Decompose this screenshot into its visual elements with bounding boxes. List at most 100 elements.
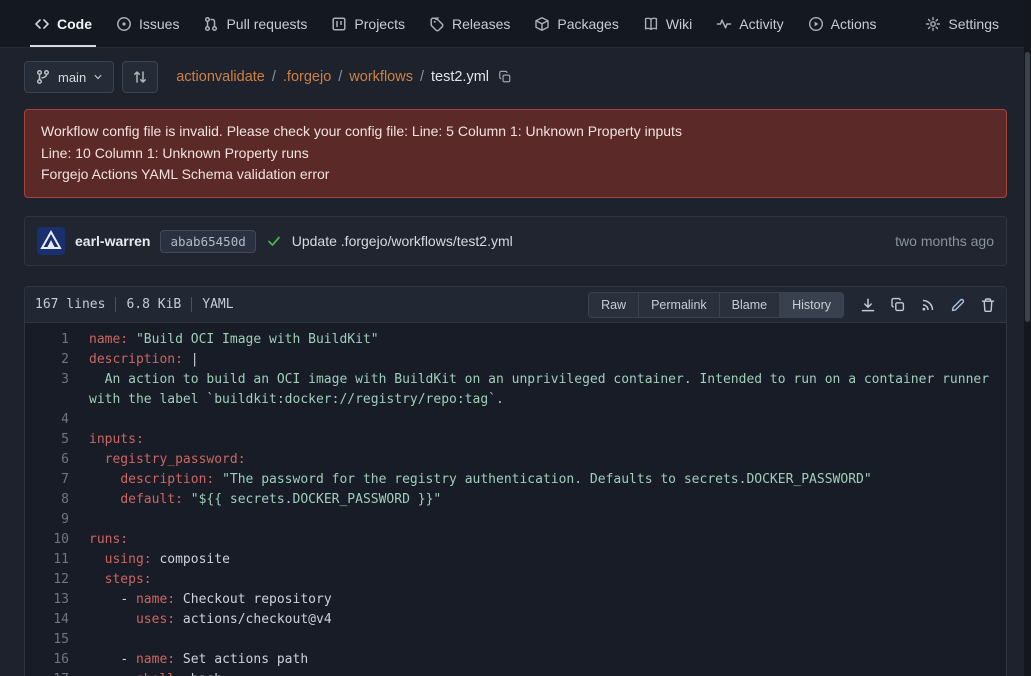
code-line: 4 bbox=[25, 410, 1006, 430]
line-number[interactable]: 14 bbox=[25, 610, 89, 630]
nav-tab-label: Projects bbox=[354, 16, 405, 32]
line-number[interactable]: 15 bbox=[25, 630, 89, 650]
breadcrumb-separator: / bbox=[338, 69, 342, 85]
nav-tab-label: Settings bbox=[948, 16, 999, 32]
line-number[interactable]: 13 bbox=[25, 590, 89, 610]
commit-author[interactable]: earl-warren bbox=[75, 233, 150, 249]
code-content: registry_password: bbox=[89, 450, 1006, 470]
error-line: Line: 10 Column 1: Unknown Property runs bbox=[41, 143, 990, 165]
nav-tab-label: Activity bbox=[739, 16, 783, 32]
line-number[interactable]: 1 bbox=[25, 330, 89, 350]
nav-tab-label: Actions bbox=[831, 16, 877, 32]
projects-icon bbox=[331, 16, 347, 32]
nav-tab-issues[interactable]: Issues bbox=[104, 0, 191, 47]
branch-icon bbox=[35, 69, 51, 85]
code-content: inputs: bbox=[89, 430, 1006, 450]
package-icon bbox=[534, 16, 550, 32]
code-view: 1name: "Build OCI Image with BuildKit"2d… bbox=[25, 323, 1006, 676]
line-number[interactable]: 11 bbox=[25, 550, 89, 570]
code-content: shell: bash bbox=[89, 670, 1006, 676]
line-number[interactable]: 3 bbox=[25, 370, 89, 410]
activity-icon bbox=[716, 16, 732, 32]
error-line: Forgejo Actions YAML Schema validation e… bbox=[41, 164, 990, 186]
file-language: YAML bbox=[202, 297, 233, 312]
nav-tab-pull-requests[interactable]: Pull requests bbox=[191, 0, 319, 47]
commit-status-check-icon[interactable] bbox=[266, 233, 282, 249]
line-number[interactable]: 2 bbox=[25, 350, 89, 370]
code-line: 15 bbox=[25, 630, 1006, 650]
wiki-icon bbox=[643, 16, 659, 32]
nav-tab-label: Packages bbox=[557, 16, 618, 32]
code-line: 10runs: bbox=[25, 530, 1006, 550]
line-number[interactable]: 16 bbox=[25, 650, 89, 670]
code-content: description: "The password for the regis… bbox=[89, 470, 1006, 490]
line-number[interactable]: 9 bbox=[25, 510, 89, 530]
breadcrumb-dir-link[interactable]: .forgejo bbox=[283, 69, 331, 85]
avatar[interactable] bbox=[37, 227, 65, 255]
nav-tab-settings[interactable]: Settings bbox=[913, 0, 1011, 47]
scrollbar-thumb[interactable] bbox=[1025, 52, 1030, 322]
line-number[interactable]: 8 bbox=[25, 490, 89, 510]
file-actions: Raw Permalink Blame History bbox=[588, 292, 996, 318]
copy-path-icon[interactable] bbox=[498, 70, 512, 84]
nav-tab-wiki[interactable]: Wiki bbox=[631, 0, 704, 47]
pencil-icon[interactable] bbox=[950, 297, 966, 313]
nav-tab-actions[interactable]: Actions bbox=[796, 0, 889, 47]
breadcrumb-dir-link[interactable]: workflows bbox=[349, 69, 413, 85]
nav-tab-code[interactable]: Code bbox=[22, 0, 104, 47]
commit-hash-button[interactable]: abab65450d bbox=[160, 230, 255, 253]
compare-button[interactable] bbox=[122, 61, 158, 93]
file-header: 167 lines 6.8 KiB YAML Raw Permalink Bla… bbox=[25, 287, 1006, 323]
blame-button[interactable]: Blame bbox=[719, 292, 780, 318]
line-number[interactable]: 5 bbox=[25, 430, 89, 450]
line-number[interactable]: 17 bbox=[25, 670, 89, 676]
breadcrumb-repo-link[interactable]: actionvalidate bbox=[176, 69, 265, 85]
code-line: 7 description: "The password for the reg… bbox=[25, 470, 1006, 490]
repo-toolbar: main actionvalidate / .forgejo / workflo… bbox=[24, 61, 1007, 93]
compare-icon bbox=[132, 69, 148, 85]
line-number[interactable]: 10 bbox=[25, 530, 89, 550]
repo-file-page: Code Issues Pull requests Projects Releases P… bbox=[0, 0, 1031, 676]
caret-down-icon bbox=[93, 72, 103, 82]
code-content bbox=[89, 410, 1006, 430]
code-line: 9 bbox=[25, 510, 1006, 530]
nav-tab-label: Issues bbox=[139, 16, 179, 32]
nav-tab-packages[interactable]: Packages bbox=[522, 0, 630, 47]
commit-message[interactable]: Update .forgejo/workflows/test2.yml bbox=[292, 233, 513, 249]
line-number[interactable]: 7 bbox=[25, 470, 89, 490]
copy-content-icon[interactable] bbox=[890, 297, 906, 313]
history-button[interactable]: History bbox=[779, 292, 844, 318]
line-number[interactable]: 6 bbox=[25, 450, 89, 470]
file-size: 6.8 KiB bbox=[126, 297, 181, 312]
branch-selector[interactable]: main bbox=[24, 61, 114, 93]
code-line: 3 An action to build an OCI image with B… bbox=[25, 370, 1006, 410]
nav-tab-releases[interactable]: Releases bbox=[417, 0, 522, 47]
trash-icon[interactable] bbox=[980, 297, 996, 313]
pull-request-icon bbox=[203, 16, 219, 32]
permalink-button[interactable]: Permalink bbox=[638, 292, 720, 318]
gear-icon bbox=[925, 16, 941, 32]
code-line: 16 - name: Set actions path bbox=[25, 650, 1006, 670]
scrollbar[interactable] bbox=[1024, 0, 1031, 676]
code-content: - name: Checkout repository bbox=[89, 590, 1006, 610]
download-icon[interactable] bbox=[860, 297, 876, 313]
line-number[interactable]: 4 bbox=[25, 410, 89, 430]
code-line: 8 default: "${{ secrets.DOCKER_PASSWORD … bbox=[25, 490, 1006, 510]
nav-tab-label: Pull requests bbox=[226, 16, 307, 32]
branch-label: main bbox=[58, 70, 86, 85]
rss-icon[interactable] bbox=[920, 297, 936, 313]
file-view: 167 lines 6.8 KiB YAML Raw Permalink Bla… bbox=[24, 286, 1007, 676]
code-line: 11 using: composite bbox=[25, 550, 1006, 570]
nav-tab-label: Code bbox=[57, 16, 92, 32]
line-number[interactable]: 12 bbox=[25, 570, 89, 590]
nav-tab-activity[interactable]: Activity bbox=[704, 0, 795, 47]
nav-tab-projects[interactable]: Projects bbox=[319, 0, 417, 47]
raw-button[interactable]: Raw bbox=[588, 292, 639, 318]
nav-tab-label: Releases bbox=[452, 16, 510, 32]
breadcrumb-separator: / bbox=[272, 69, 276, 85]
file-line-count: 167 lines bbox=[35, 297, 105, 312]
error-line: Workflow config file is invalid. Please … bbox=[41, 121, 990, 143]
code-line: 6 registry_password: bbox=[25, 450, 1006, 470]
code-content: description: | bbox=[89, 350, 1006, 370]
code-content: An action to build an OCI image with Bui… bbox=[89, 370, 1006, 410]
